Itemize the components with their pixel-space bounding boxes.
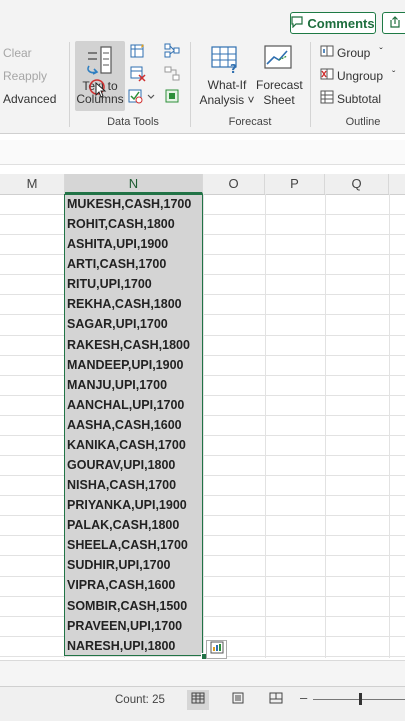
comments-label: Comments [307,15,375,31]
relationships-icon[interactable] [164,66,180,87]
outline-group-label: Outline [345,116,381,128]
status-count: Count: 25 [115,694,165,706]
page-break-icon [269,691,283,709]
forecast-sheet-button[interactable]: Forecast Sheet [256,78,303,108]
what-if-line1: What-If [207,78,247,92]
flash-fill-icon[interactable] [130,43,146,64]
share-icon [389,15,401,31]
comment-icon [291,15,304,31]
comments-button[interactable]: Comments [290,12,376,34]
column-header-n[interactable]: N [65,174,203,194]
cell-n[interactable]: PRIYANKA,UPI,1900 [67,495,201,515]
chevron-down-icon: ˇ [392,70,396,81]
cell-n[interactable]: PRAVEEN,UPI,1700 [67,616,201,636]
what-if-analysis-button[interactable]: What-If Analysis ˅ [199,78,255,108]
cell-n[interactable]: KANIKA,CASH,1700 [67,435,201,455]
group-divider [310,42,311,127]
forecast-sheet-line2: Sheet [263,93,295,107]
cell-n[interactable]: SHEELA,CASH,1700 [67,535,201,555]
column-header-q[interactable]: Q [325,174,389,194]
group-icon [320,44,334,61]
cell-n[interactable]: ASHITA,UPI,1900 [67,234,201,254]
gridline-vertical [265,194,266,658]
cell-n[interactable]: ROHIT,CASH,1800 [67,214,201,234]
cell-n[interactable]: RAKESH,CASH,1800 [67,335,201,355]
page-layout-view-button[interactable] [227,690,249,710]
cell-n[interactable]: SOMBIR,CASH,1500 [67,596,201,616]
svg-text:?: ? [230,62,237,74]
manage-data-model-icon[interactable] [164,88,180,109]
what-if-line2: Analysis ˅ [199,93,255,107]
clear-filter-button[interactable]: Clear [3,46,32,60]
group-button[interactable]: Group ˇ [320,44,383,61]
ungroup-icon [320,67,334,84]
cell-n[interactable]: NISHA,CASH,1700 [67,475,201,495]
subtotal-label: Subtotal [337,91,382,106]
cell-n[interactable]: NARESH,UPI,1800 [67,636,201,656]
group-label: Group [337,45,371,60]
data-validation-icon[interactable] [128,88,156,109]
forecast-sheet-icon [263,44,293,77]
data-tools-group-label: Data Tools [107,116,159,128]
cell-n[interactable]: REKHA,CASH,1800 [67,294,201,314]
sheet-tabs-bar [0,660,405,687]
cell-n[interactable]: MUKESH,CASH,1700 [67,194,201,214]
ungroup-label: Ungroup [337,68,384,83]
page-break-preview-button[interactable] [265,690,287,710]
cell-n[interactable]: RITU,UPI,1700 [67,274,201,294]
gridline-vertical [325,194,326,658]
formula-bar[interactable] [0,140,405,165]
group-divider [69,42,70,127]
normal-view-icon [191,691,205,709]
consolidate-icon[interactable] [164,43,180,64]
share-button[interactable] [382,12,405,34]
column-header-p[interactable]: P [265,174,325,194]
cell-n[interactable]: SAGAR,UPI,1700 [67,314,201,334]
reapply-filter-button[interactable]: Reapply [3,69,47,83]
column-header-row: M N O P Q [0,174,405,195]
subtotal-icon [320,90,334,107]
gridline-vertical [389,194,390,658]
what-if-analysis-icon: ? [210,44,242,79]
quick-analysis-button[interactable] [206,640,227,659]
chevron-down-icon: ˇ [379,47,383,58]
forecast-group-label: Forecast [228,116,272,128]
gridline-vertical [203,194,204,658]
cell-n[interactable]: ARTI,CASH,1700 [67,254,201,274]
forecast-sheet-line1: Forecast [256,78,303,92]
cell-n[interactable]: GOURAV,UPI,1800 [67,455,201,475]
subtotal-button[interactable]: Subtotal [320,90,381,107]
advanced-filter-button[interactable]: Advanced [3,92,56,106]
cell-n[interactable]: SUDHIR,UPI,1700 [67,555,201,575]
remove-duplicates-icon[interactable] [130,66,146,87]
page-layout-icon [231,691,245,709]
quick-analysis-icon [210,641,224,659]
cell-n[interactable]: AANCHAL,UPI,1700 [67,395,201,415]
cell-n[interactable]: AASHA,CASH,1600 [67,415,201,435]
column-header-m[interactable]: M [0,174,65,194]
cell-n[interactable]: MANJU,UPI,1700 [67,375,201,395]
zoom-out-button[interactable]: – [300,690,307,705]
normal-view-button[interactable] [187,690,209,710]
zoom-slider-thumb[interactable] [359,693,362,705]
column-n-cells: MUKESH,CASH,1700 ROHIT,CASH,1800 ASHITA,UP… [67,194,201,656]
group-divider [190,42,191,127]
column-header-o[interactable]: O [203,174,265,194]
ungroup-button[interactable]: Ungroup ˇ [320,67,395,84]
cell-n[interactable]: PALAK,CASH,1800 [67,515,201,535]
cell-n[interactable]: VIPRA,CASH,1600 [67,575,201,595]
cell-n[interactable]: MANDEEP,UPI,1900 [67,355,201,375]
mouse-cursor-icon [88,78,110,105]
